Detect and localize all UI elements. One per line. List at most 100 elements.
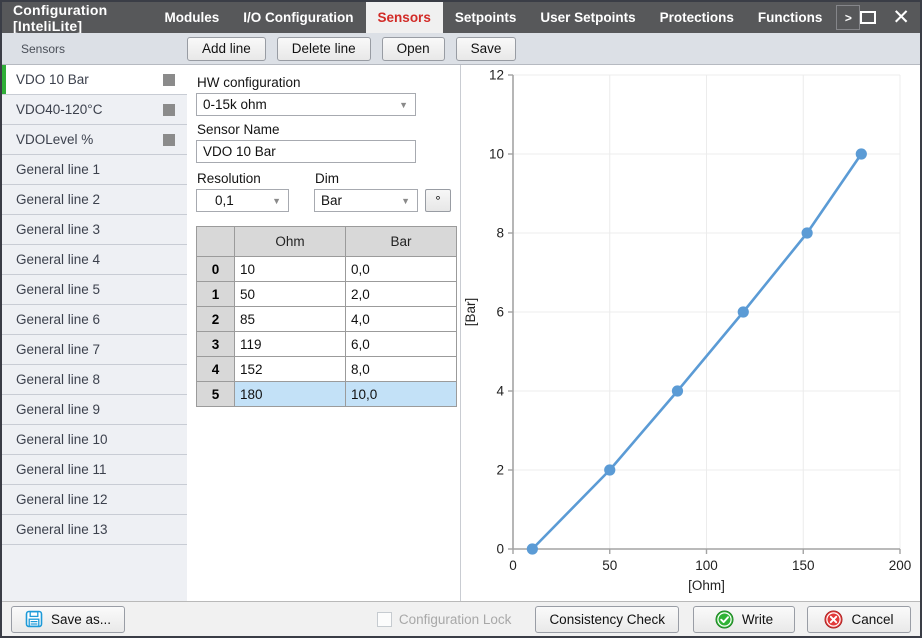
ohm-cell[interactable]: 180 [235, 382, 346, 407]
bar-cell[interactable]: 2,0 [346, 282, 457, 307]
bar-column-header: Bar [346, 227, 457, 257]
sidebar-item-general-line-5[interactable]: General line 5 [2, 275, 187, 305]
sidebar-item-vdo-10-bar[interactable]: VDO 10 Bar [2, 65, 187, 95]
row-index: 4 [197, 357, 235, 382]
bar-cell[interactable]: 8,0 [346, 357, 457, 382]
sidebar-item-vdo40-120c[interactable]: VDO40-120°C [2, 95, 187, 125]
save-as-button[interactable]: Save as... [11, 606, 125, 633]
hw-configuration-select[interactable]: 0-15k ohm ▼ [196, 93, 416, 116]
row-index: 0 [197, 257, 235, 282]
sensor-status-square-icon [163, 134, 175, 146]
tab-setpoints[interactable]: Setpoints [443, 2, 529, 33]
sidebar-item-general-line-8[interactable]: General line 8 [2, 365, 187, 395]
ohm-cell[interactable]: 10 [235, 257, 346, 282]
table-row: 1 50 2,0 [197, 282, 457, 307]
check-circle-icon [715, 610, 734, 629]
cancel-button[interactable]: Cancel [807, 606, 911, 633]
sidebar-item-general-line-1[interactable]: General line 1 [2, 155, 187, 185]
close-icon[interactable]: ✕ [892, 7, 910, 28]
dim-select[interactable]: Bar ▼ [314, 189, 418, 212]
sidebar-item-label: VDO40-120°C [16, 102, 102, 117]
sidebar-item-label: General line 5 [16, 282, 100, 297]
svg-text:4: 4 [496, 384, 504, 399]
degree-button[interactable]: ° [425, 189, 451, 212]
tab-modules[interactable]: Modules [153, 2, 232, 33]
svg-text:200: 200 [889, 558, 912, 573]
sidebar-item-general-line-7[interactable]: General line 7 [2, 335, 187, 365]
sidebar-item-label: General line 6 [16, 312, 100, 327]
sensor-name-input[interactable]: VDO 10 Bar [196, 140, 416, 163]
sidebar-item-general-line-11[interactable]: General line 11 [2, 455, 187, 485]
sidebar-item-label: General line 8 [16, 372, 100, 387]
sidebar-item-general-line-9[interactable]: General line 9 [2, 395, 187, 425]
open-button[interactable]: Open [382, 37, 445, 61]
sidebar-header-label: Sensors [2, 42, 187, 56]
table-row-selected: 5 180 10,0 [197, 382, 457, 407]
chevron-down-icon: ▼ [399, 100, 415, 110]
sensor-list: VDO 10 Bar VDO40-120°C VDOLevel % Genera… [2, 65, 187, 601]
sidebar-item-label: General line 4 [16, 252, 100, 267]
sidebar-item-general-line-13[interactable]: General line 13 [2, 515, 187, 545]
footer-actions: Configuration Lock Consistency Check Wri… [377, 606, 911, 633]
title-bar: Configuration [InteliLite] Modules I/O C… [2, 2, 920, 33]
save-button[interactable]: Save [456, 37, 517, 61]
hw-configuration-value: 0-15k ohm [203, 97, 267, 112]
resolution-dim-row: 0,1 ▼ Bar ▼ ° [196, 189, 460, 218]
window-title: Configuration [InteliLite] [2, 2, 153, 33]
footer-bar: Save as... Configuration Lock Consistenc… [2, 601, 920, 636]
svg-text:6: 6 [496, 305, 504, 320]
tab-sensors[interactable]: Sensors [366, 2, 443, 33]
tab-user-setpoints[interactable]: User Setpoints [528, 2, 647, 33]
app-window: Configuration [InteliLite] Modules I/O C… [0, 0, 922, 638]
sidebar-item-vdolevel[interactable]: VDOLevel % [2, 125, 187, 155]
tab-protections[interactable]: Protections [648, 2, 746, 33]
tab-io-configuration[interactable]: I/O Configuration [231, 2, 365, 33]
resolution-label: Resolution [197, 171, 290, 186]
consistency-check-button[interactable]: Consistency Check [535, 606, 679, 633]
sidebar-item-label: General line 11 [16, 462, 107, 477]
table-row: 4 152 8,0 [197, 357, 457, 382]
write-label: Write [742, 612, 773, 627]
bar-cell[interactable]: 0,0 [346, 257, 457, 282]
add-line-button[interactable]: Add line [187, 37, 266, 61]
resolution-value: 0,1 [215, 193, 234, 208]
svg-text:0: 0 [496, 542, 504, 557]
sidebar-item-label: General line 1 [16, 162, 100, 177]
toolbar: Sensors Add line Delete line Open Save [2, 33, 920, 65]
bar-cell[interactable]: 4,0 [346, 307, 457, 332]
dim-value: Bar [321, 193, 342, 208]
sidebar-item-label: VDOLevel % [16, 132, 93, 147]
sidebar-item-general-line-6[interactable]: General line 6 [2, 305, 187, 335]
sensor-curve-chart: 024681012050100150200[Ohm][Bar] [460, 65, 920, 601]
ohm-cell[interactable]: 50 [235, 282, 346, 307]
bar-cell[interactable]: 10,0 [346, 382, 457, 407]
sidebar-item-label: General line 3 [16, 222, 100, 237]
resolution-select[interactable]: 0,1 ▼ [196, 189, 289, 212]
sidebar-item-general-line-10[interactable]: General line 10 [2, 425, 187, 455]
dim-label: Dim [315, 171, 339, 186]
ohm-cell[interactable]: 119 [235, 332, 346, 357]
hw-configuration-label: HW configuration [197, 75, 460, 90]
x-circle-icon [824, 610, 843, 629]
sidebar-item-general-line-3[interactable]: General line 3 [2, 215, 187, 245]
svg-text:150: 150 [792, 558, 815, 573]
ohm-cell[interactable]: 85 [235, 307, 346, 332]
sidebar-item-general-line-4[interactable]: General line 4 [2, 245, 187, 275]
table-row: 0 10 0,0 [197, 257, 457, 282]
row-index: 3 [197, 332, 235, 357]
maximize-icon[interactable] [860, 11, 876, 24]
tab-functions[interactable]: Functions [746, 2, 835, 33]
bar-cell[interactable]: 6,0 [346, 332, 457, 357]
delete-line-button[interactable]: Delete line [277, 37, 371, 61]
tab-overflow-button[interactable]: > [836, 5, 860, 30]
ohm-cell[interactable]: 152 [235, 357, 346, 382]
write-button[interactable]: Write [693, 606, 795, 633]
sidebar-item-label: General line 12 [16, 492, 108, 507]
cancel-label: Cancel [851, 612, 893, 627]
sidebar-item-label: General line 10 [16, 432, 108, 447]
sidebar-item-label: General line 7 [16, 342, 100, 357]
sidebar-item-general-line-12[interactable]: General line 12 [2, 485, 187, 515]
sidebar-item-general-line-2[interactable]: General line 2 [2, 185, 187, 215]
svg-text:[Bar]: [Bar] [463, 298, 478, 327]
svg-text:[Ohm]: [Ohm] [688, 578, 725, 593]
